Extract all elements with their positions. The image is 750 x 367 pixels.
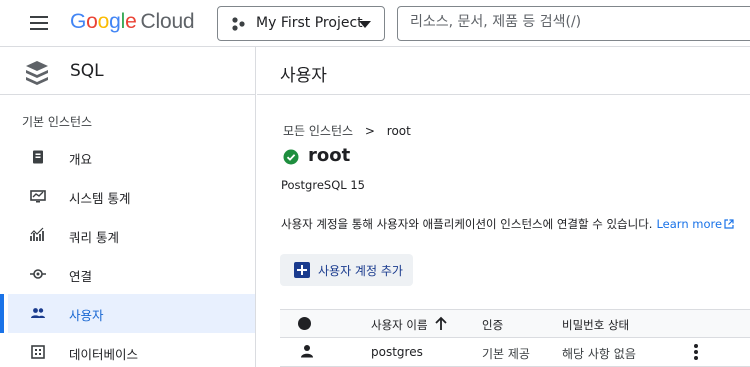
add-user-account-button[interactable]: 사용자 계정 추가	[280, 254, 413, 286]
sidebar-item-label: 쿼리 통계	[69, 230, 119, 245]
product-header: SQL	[0, 47, 256, 95]
query-insights-icon	[30, 227, 44, 241]
cell-username: postgres	[371, 345, 423, 359]
sidebar-item-databases[interactable]: 데이터베이스	[8, 333, 255, 367]
description-text: 사용자 계정을 통해 사용자와 애플리케이션이 인스턴스에 연결할 수 있습니다…	[281, 216, 734, 232]
sidebar-item-label: 개요	[69, 152, 93, 167]
sidebar-item-users[interactable]: 사용자	[0, 294, 255, 333]
breadcrumb: 모든 인스턴스 > root	[283, 122, 411, 139]
description-body: 사용자 계정을 통해 사용자와 애플리케이션이 인스턴스에 연결할 수 있습니다…	[281, 217, 653, 231]
add-icon	[294, 262, 310, 278]
sidebar-item-connections[interactable]: 연결	[8, 255, 255, 294]
breadcrumb-link-all-instances[interactable]: 모든 인스턴스	[283, 124, 353, 138]
hamburger-menu-icon[interactable]	[24, 10, 50, 36]
breadcrumb-separator: >	[364, 124, 375, 138]
table-row: postgres 기본 제공 해당 사항 없음	[280, 338, 750, 367]
top-bar: Google Cloud My First Project	[0, 0, 750, 47]
users-icon	[31, 308, 45, 318]
external-link-icon	[724, 219, 734, 229]
google-cloud-logo[interactable]: Google Cloud	[70, 10, 195, 34]
search-input[interactable]	[410, 14, 740, 30]
sidebar-item-query-insights[interactable]: 쿼리 통계	[8, 216, 255, 255]
database-version: PostgreSQL 15	[281, 178, 365, 192]
instance-name: root	[308, 145, 351, 166]
search-box[interactable]	[397, 6, 750, 41]
connections-icon	[30, 269, 46, 279]
sort-ascending-icon[interactable]	[434, 316, 448, 331]
column-header-password-status: 비밀번호 상태	[562, 318, 630, 332]
more-vert-icon[interactable]	[690, 343, 702, 361]
learn-more-link[interactable]: Learn more	[656, 217, 734, 231]
check-circle-icon	[283, 149, 299, 165]
cell-password-status: 해당 사항 없음	[562, 347, 636, 361]
cell-authentication: 기본 제공	[482, 347, 530, 361]
status-column-icon	[298, 317, 311, 330]
sidebar-item-label: 사용자	[69, 308, 104, 323]
learn-more-label: Learn more	[656, 217, 723, 231]
product-name: SQL	[70, 61, 104, 81]
sidebar-item-overview[interactable]: 개요	[8, 138, 255, 177]
project-hexagon-icon	[232, 17, 245, 31]
table-header-row: 사용자 이름 인증 비밀번호 상태	[280, 309, 750, 338]
sidebar-item-label: 데이터베이스	[69, 347, 139, 362]
person-icon	[301, 345, 313, 358]
databases-icon	[31, 345, 45, 359]
sql-product-icon	[26, 61, 48, 85]
system-insights-icon	[30, 190, 46, 203]
breadcrumb-current: root	[386, 124, 411, 138]
overview-icon	[33, 150, 43, 164]
dropdown-caret-icon	[359, 21, 371, 28]
sidebar-item-system-insights[interactable]: 시스템 통계	[8, 177, 255, 216]
column-header-authentication: 인증	[482, 318, 504, 332]
page-title: 사용자	[280, 66, 327, 86]
add-user-account-label: 사용자 계정 추가	[318, 264, 403, 278]
project-picker-button[interactable]: My First Project	[217, 6, 385, 41]
column-header-username[interactable]: 사용자 이름	[371, 317, 428, 333]
sidebar-item-label: 연결	[69, 269, 93, 284]
project-name: My First Project	[256, 15, 363, 31]
users-table: 사용자 이름 인증 비밀번호 상태 postgres 기본 제공 해당 사항 없…	[280, 309, 750, 367]
sidebar-item-label: 시스템 통계	[69, 191, 131, 206]
page-header: 사용자	[257, 47, 750, 95]
nav-section-label: 기본 인스턴스	[22, 115, 93, 129]
sidebar: SQL 기본 인스턴스 개요 시스템 통계 쿼리 통계 연결 사용자 데이터베이…	[0, 47, 256, 367]
